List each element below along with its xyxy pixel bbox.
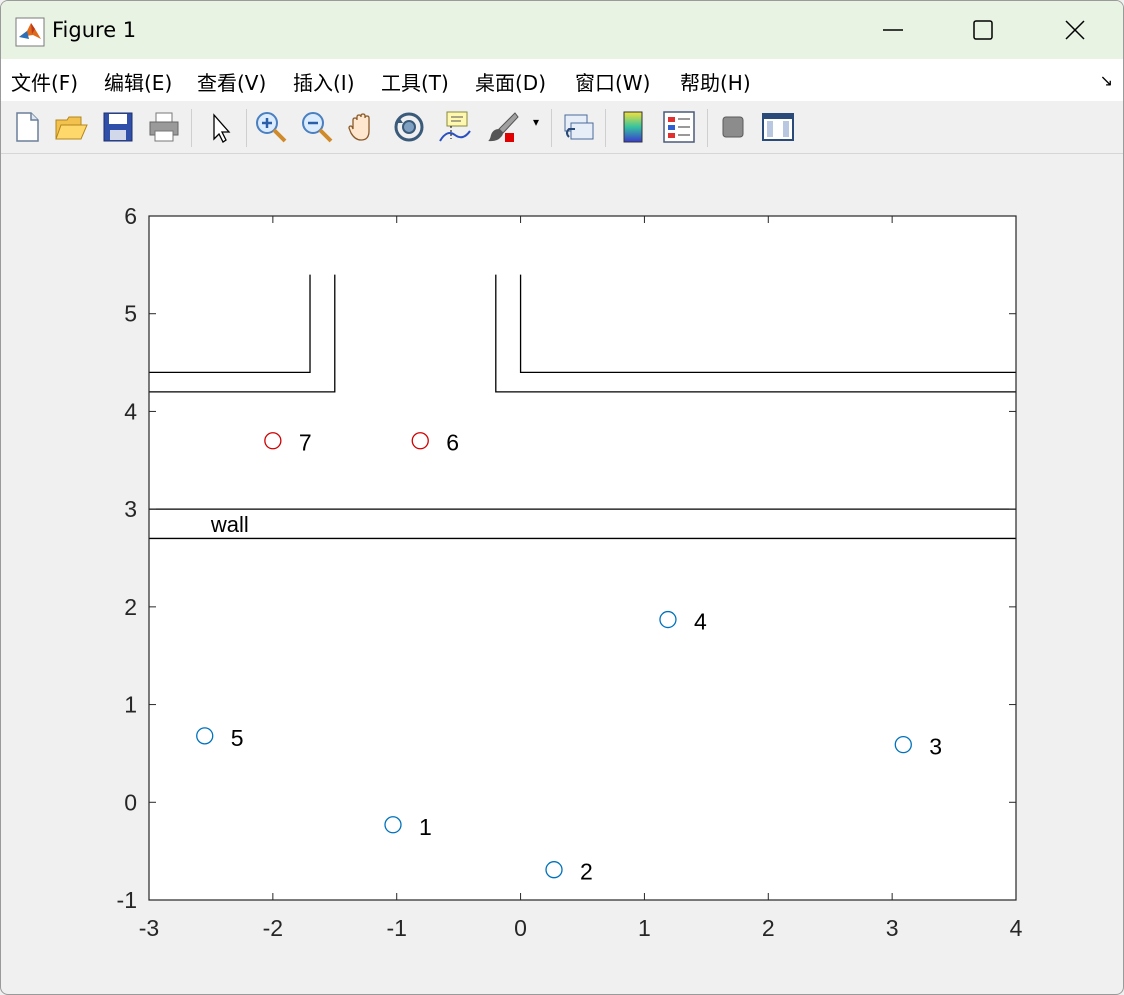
point-label-2: 2 bbox=[580, 859, 593, 885]
menu-insert[interactable]: 插入(I) bbox=[293, 67, 355, 96]
close-button[interactable] bbox=[1029, 1, 1121, 59]
matlab-icon bbox=[15, 17, 45, 47]
save-icon[interactable] bbox=[100, 109, 136, 145]
data-cursor-icon[interactable] bbox=[437, 109, 473, 145]
figure-window: Figure 1 文件(F) 编辑(E) 查看(V) 插入(I) 工具(T) 桌… bbox=[0, 0, 1124, 995]
scatter-plot[interactable]: -3 -2 -1 0 1 2 3 4 -1 0 1 2 3 4 5 6 wall 1 2 3 4 5 6 7 bbox=[1, 154, 1124, 995]
figure-canvas: -3 -2 -1 0 1 2 3 4 -1 0 1 2 3 4 5 6 wall 1 2 3 4 5 6 7 bbox=[1, 154, 1124, 995]
pan-icon[interactable] bbox=[345, 109, 381, 145]
menu-view[interactable]: 查看(V) bbox=[197, 67, 266, 96]
point-label-5: 5 bbox=[231, 725, 244, 751]
point-label-4: 4 bbox=[694, 609, 707, 635]
close-icon bbox=[1065, 20, 1085, 40]
menu-bar: 文件(F) 编辑(E) 查看(V) 插入(I) 工具(T) 桌面(D) 窗口(W… bbox=[1, 59, 1123, 101]
y-tick-label: 2 bbox=[124, 594, 137, 620]
x-tick-label: -2 bbox=[263, 915, 283, 941]
new-figure-icon[interactable] bbox=[9, 109, 45, 145]
y-tick-label: 5 bbox=[124, 301, 137, 327]
toolbar-separator bbox=[551, 109, 552, 147]
y-tick-label: 6 bbox=[124, 203, 137, 229]
y-tick-label: -1 bbox=[117, 887, 137, 913]
x-tick-label: 0 bbox=[514, 915, 527, 941]
menu-help[interactable]: 帮助(H) bbox=[680, 67, 751, 96]
x-tick-label: 1 bbox=[638, 915, 651, 941]
brush-dropdown-icon[interactable]: ▾ bbox=[533, 115, 539, 129]
print-icon[interactable] bbox=[146, 109, 182, 145]
x-tick-label: -3 bbox=[139, 915, 159, 941]
link-plot-icon[interactable] bbox=[561, 109, 597, 145]
menu-tools[interactable]: 工具(T) bbox=[381, 67, 449, 96]
x-tick-label: 2 bbox=[762, 915, 775, 941]
axes-background bbox=[149, 216, 1016, 900]
hide-plot-tools-icon[interactable] bbox=[715, 109, 751, 145]
legend-icon[interactable] bbox=[661, 109, 697, 145]
annotation-label: wall bbox=[210, 512, 249, 537]
point-label-1: 1 bbox=[419, 814, 432, 840]
maximize-button[interactable] bbox=[937, 1, 1029, 59]
minimize-button[interactable] bbox=[847, 1, 939, 59]
show-plot-tools-icon[interactable] bbox=[760, 109, 796, 145]
dock-arrow-icon[interactable]: ↘ bbox=[1100, 71, 1113, 90]
menu-edit[interactable]: 编辑(E) bbox=[104, 67, 172, 96]
zoom-out-icon[interactable] bbox=[299, 109, 335, 145]
toolbar-separator bbox=[191, 109, 192, 147]
x-tick-label: 4 bbox=[1010, 915, 1023, 941]
y-tick-label: 3 bbox=[124, 496, 137, 522]
rotate-3d-icon[interactable] bbox=[391, 109, 427, 145]
minimize-icon bbox=[883, 29, 903, 31]
menu-window[interactable]: 窗口(W) bbox=[575, 67, 650, 96]
toolbar-separator bbox=[246, 109, 247, 147]
toolbar-separator bbox=[707, 109, 708, 147]
y-tick-label: 4 bbox=[124, 398, 137, 424]
point-label-7: 7 bbox=[299, 430, 312, 456]
window-title: Figure 1 bbox=[52, 18, 137, 42]
toolbar-separator bbox=[605, 109, 606, 147]
open-file-icon[interactable] bbox=[53, 109, 89, 145]
zoom-in-icon[interactable] bbox=[253, 109, 289, 145]
edit-plot-icon[interactable] bbox=[202, 109, 238, 145]
brush-icon[interactable] bbox=[485, 109, 521, 145]
point-label-3: 3 bbox=[929, 734, 942, 760]
menu-file[interactable]: 文件(F) bbox=[11, 67, 78, 96]
point-label-6: 6 bbox=[446, 430, 459, 456]
toolbar: ▾ bbox=[1, 101, 1123, 154]
y-tick-label: 0 bbox=[124, 789, 137, 815]
x-tick-label: 3 bbox=[886, 915, 899, 941]
colorbar-icon[interactable] bbox=[615, 109, 651, 145]
maximize-icon bbox=[973, 20, 993, 40]
y-tick-label: 1 bbox=[124, 692, 137, 718]
menu-desktop[interactable]: 桌面(D) bbox=[475, 67, 546, 96]
x-tick-label: -1 bbox=[386, 915, 406, 941]
title-bar: Figure 1 bbox=[1, 1, 1123, 59]
